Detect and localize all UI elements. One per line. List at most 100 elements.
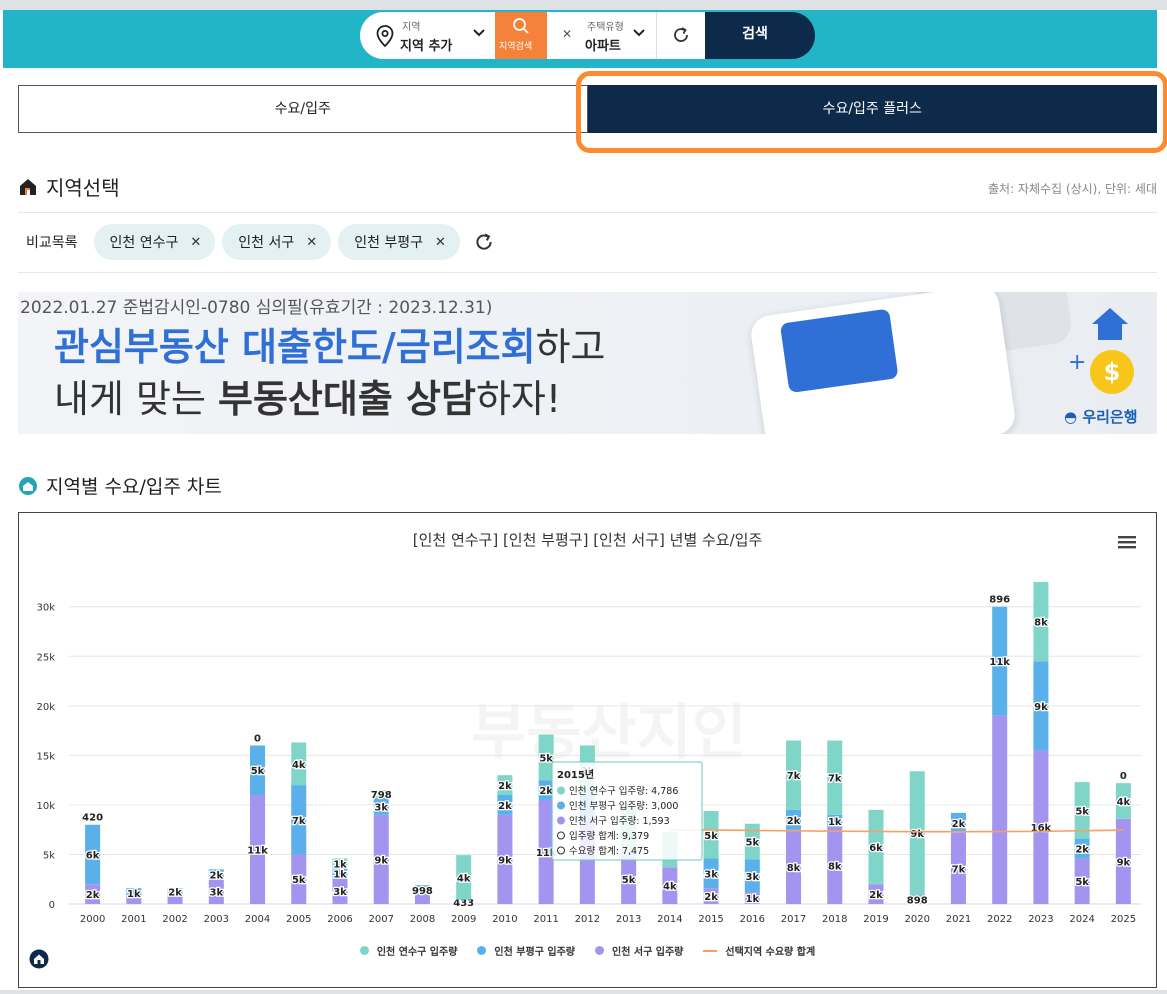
x-tick-label: 2003 bbox=[204, 914, 229, 925]
data-label: 2k bbox=[704, 892, 718, 903]
region-section-title: 지역선택 bbox=[18, 172, 120, 201]
search-button[interactable]: 검색 bbox=[705, 12, 815, 59]
close-icon[interactable]: ✕ bbox=[190, 235, 201, 250]
x-tick-label: 2024 bbox=[1069, 914, 1094, 925]
reset-button[interactable] bbox=[657, 12, 705, 59]
x-tick-label: 2020 bbox=[905, 914, 930, 925]
chip-label: 인천 연수구 bbox=[109, 235, 179, 251]
data-label: 998 bbox=[412, 886, 433, 897]
close-icon[interactable]: ✕ bbox=[562, 27, 572, 41]
region-caption: 지역 bbox=[402, 22, 421, 33]
refresh-icon bbox=[674, 27, 688, 42]
tooltip-row: 입주량 합계: 9,379 bbox=[569, 830, 649, 842]
legend-item[interactable]: 인천 서구 입주량 bbox=[595, 943, 683, 958]
divider bbox=[18, 212, 1157, 213]
legend-item[interactable]: 인천 연수구 입주량 bbox=[359, 943, 457, 958]
chip-label: 인천 부평구 bbox=[354, 235, 424, 251]
tooltip-swatch bbox=[557, 816, 565, 825]
data-label: 11k bbox=[247, 846, 268, 857]
data-label: 2k bbox=[1075, 845, 1089, 856]
data-label: 0 bbox=[1120, 771, 1127, 782]
data-label: 898 bbox=[907, 896, 928, 907]
x-tick-label: 2019 bbox=[863, 914, 888, 925]
section-heading: 지역별 수요/입주 차트 bbox=[46, 476, 222, 498]
region-search-label: 지역검색 bbox=[499, 42, 533, 52]
data-label: 1k bbox=[828, 817, 842, 828]
banner-sub-b: 부동산대출 상담 bbox=[218, 377, 476, 421]
bank-name: 우리은행 bbox=[1082, 408, 1138, 426]
data-label: 2k bbox=[168, 888, 182, 899]
data-label: 11k bbox=[989, 657, 1010, 668]
legend-swatch bbox=[703, 949, 718, 952]
region-chip[interactable]: 인천 연수구 ✕ bbox=[93, 224, 216, 260]
banner-headline: 관심부동산 대출한도/금리조회하고 bbox=[54, 316, 606, 371]
data-label: 0 bbox=[254, 733, 261, 744]
data-label: 9k bbox=[1034, 702, 1048, 713]
data-label: 2k bbox=[787, 816, 801, 827]
chevron-down-icon bbox=[633, 29, 645, 37]
coin-icon: $ bbox=[1090, 350, 1134, 394]
browser-bottom-strip bbox=[0, 990, 1167, 994]
region-chip[interactable]: 인천 서구 ✕ bbox=[222, 224, 332, 260]
data-label: 4k bbox=[457, 873, 471, 884]
region-value: 지역 추가 bbox=[400, 39, 453, 54]
y-tick-label: 10k bbox=[36, 801, 55, 812]
plus-icon: + bbox=[1068, 350, 1087, 375]
data-label: 6k bbox=[869, 843, 883, 854]
bar-segment bbox=[992, 715, 1008, 904]
home-circle-icon bbox=[19, 476, 37, 495]
x-tick-label: 2011 bbox=[533, 914, 558, 925]
x-tick-label: 2005 bbox=[286, 914, 311, 925]
data-label: 2k bbox=[952, 819, 966, 830]
x-tick-label: 2018 bbox=[822, 914, 847, 925]
x-tick-label: 2016 bbox=[740, 914, 765, 925]
page-title: 지역선택 bbox=[46, 176, 120, 200]
phone-image bbox=[748, 292, 1018, 434]
demand-line bbox=[669, 829, 1124, 833]
ad-banner[interactable]: 2022.01.27 준법감시인-0780 심의필(유효기간 : 2023.12… bbox=[18, 292, 1157, 434]
data-label: 5k bbox=[292, 875, 306, 886]
y-tick-label: 30k bbox=[36, 603, 55, 614]
region-search-button[interactable]: 지역검색 bbox=[495, 12, 547, 59]
data-label: 5k bbox=[1075, 806, 1089, 817]
x-tick-label: 2012 bbox=[575, 914, 600, 925]
data-label: 2k bbox=[210, 870, 224, 881]
home-icon bbox=[20, 178, 36, 195]
data-label: 2k bbox=[498, 781, 512, 792]
data-label: 3k bbox=[210, 888, 224, 899]
tab-demand[interactable]: 수요/입주 bbox=[18, 85, 588, 133]
data-label: 9k bbox=[1117, 857, 1131, 868]
data-label: 2k bbox=[86, 890, 100, 901]
x-tick-label: 2015 bbox=[698, 914, 723, 925]
house-type-select[interactable]: ✕ 주택유형 아파트 bbox=[547, 12, 657, 59]
bank-logo: ◓ 우리은행 bbox=[1064, 408, 1138, 426]
legend-label: 선택지역 수요량 합계 bbox=[725, 947, 816, 958]
data-label: 896 bbox=[989, 595, 1010, 606]
refresh-icon[interactable] bbox=[473, 231, 495, 253]
data-label: 5k bbox=[622, 875, 636, 886]
data-label: 1k bbox=[333, 869, 347, 880]
watermark: 부동산지인 bbox=[471, 698, 747, 768]
data-label: 9k bbox=[910, 829, 924, 840]
y-tick-label: 5k bbox=[43, 850, 55, 861]
legend-item[interactable]: 인천 부평구 입주량 bbox=[477, 943, 575, 958]
close-icon[interactable]: ✕ bbox=[435, 235, 446, 250]
legend-item[interactable]: 선택지역 수요량 합계 bbox=[703, 943, 815, 958]
browser-top-strip bbox=[0, 0, 1167, 10]
data-label: 5k bbox=[1075, 877, 1089, 888]
y-tick-label: 20k bbox=[36, 702, 55, 713]
source-note: 출처: 자체수집 (상시), 단위: 세대 bbox=[987, 182, 1157, 196]
data-label: 7k bbox=[952, 864, 966, 875]
region-chip[interactable]: 인천 부평구 ✕ bbox=[338, 224, 460, 260]
data-label: 2k bbox=[498, 801, 512, 812]
search-icon bbox=[513, 18, 529, 34]
app-logo-icon bbox=[29, 949, 49, 969]
data-label: 5k bbox=[251, 766, 265, 777]
data-label: 5k bbox=[704, 831, 718, 842]
chart-legend: 인천 연수구 입주량 인천 부평구 입주량 인천 서구 입주량 선택지역 수요량… bbox=[19, 943, 1156, 958]
x-tick-label: 2009 bbox=[451, 914, 476, 925]
x-tick-label: 2004 bbox=[245, 914, 270, 925]
region-select[interactable]: 지역 지역 추가 bbox=[360, 12, 495, 59]
data-label: 420 bbox=[82, 813, 103, 824]
close-icon[interactable]: ✕ bbox=[306, 235, 317, 250]
